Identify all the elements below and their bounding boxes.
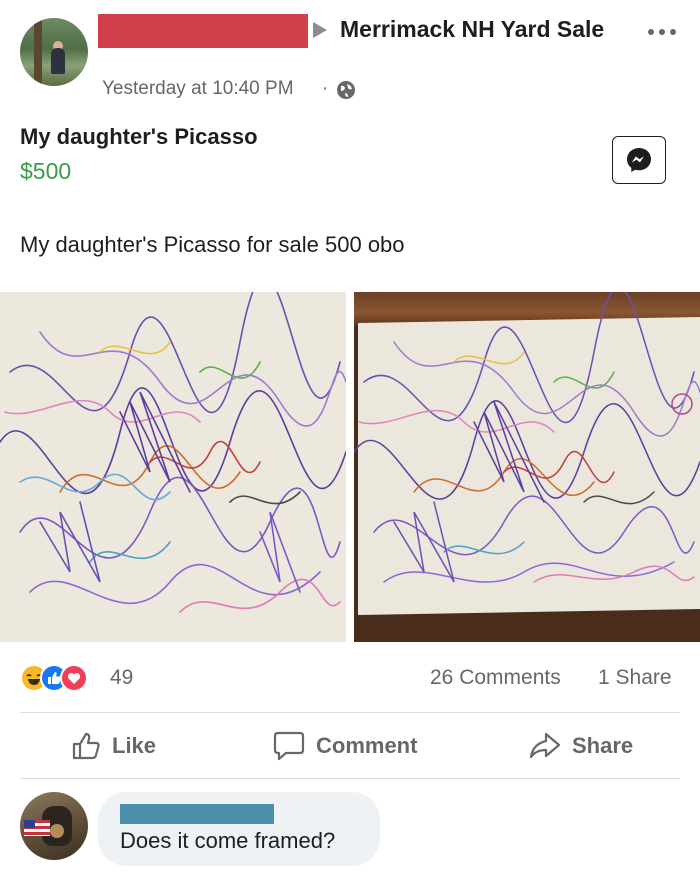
scribble-drawing	[354, 292, 700, 583]
comments-count[interactable]: 26 Comments	[430, 666, 561, 690]
group-name-link[interactable]: Merrimack NH Yard Sale	[340, 16, 604, 43]
timestamp-separator: ·	[322, 78, 329, 99]
divider	[20, 712, 680, 713]
post-photo-right[interactable]	[354, 292, 700, 642]
share-button[interactable]: Share	[528, 728, 633, 764]
avatar-flag	[24, 820, 50, 836]
ellipsis-icon[interactable]	[648, 22, 688, 42]
scribble-drawing	[0, 292, 346, 613]
listing-title: My daughter's Picasso	[20, 124, 258, 149]
like-label: Like	[112, 733, 157, 758]
speech-bubble-icon	[273, 731, 305, 761]
redacted-commenter-name	[120, 804, 274, 824]
redacted-poster-name	[98, 14, 308, 48]
divider	[20, 778, 680, 779]
post-timestamp[interactable]: Yesterday at 10:40 PM	[102, 78, 294, 100]
comment-button[interactable]: Comment	[272, 728, 417, 764]
share-label: Share	[572, 733, 634, 758]
messenger-icon	[627, 148, 651, 172]
share-arrow-icon	[529, 732, 561, 759]
avatar-tree	[34, 18, 42, 86]
post-photo-left[interactable]	[0, 292, 346, 642]
avatar-person	[51, 48, 65, 74]
like-button[interactable]: Like	[70, 728, 156, 764]
commenter-avatar[interactable]	[20, 792, 88, 860]
love-icon	[60, 664, 88, 692]
shares-count[interactable]: 1 Share	[598, 666, 672, 690]
post-body-text: My daughter's Picasso for sale 500 obo	[20, 232, 405, 257]
poster-avatar[interactable]	[20, 18, 88, 86]
comment-label: Comment	[316, 733, 418, 758]
right-triangle-icon	[313, 22, 327, 38]
globe-icon	[337, 81, 355, 99]
thumbs-up-icon	[72, 732, 100, 760]
comment-text: Does it come framed?	[120, 828, 336, 853]
messenger-button[interactable]	[612, 136, 666, 184]
avatar-dog-snout	[50, 824, 64, 838]
listing-price: $500	[20, 158, 72, 184]
reaction-count[interactable]: 49	[110, 666, 133, 690]
